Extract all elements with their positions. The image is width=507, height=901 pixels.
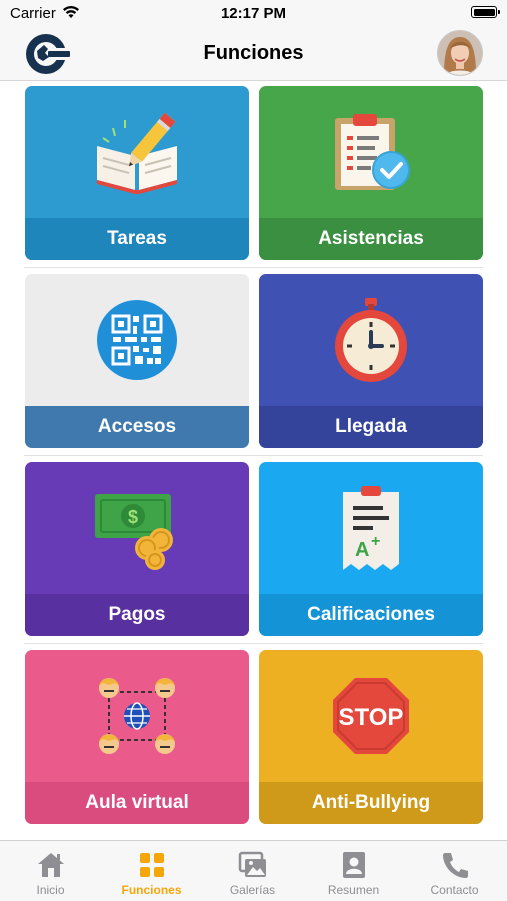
tab-label: Funciones <box>121 883 182 897</box>
svg-text:STOP: STOP <box>339 704 404 731</box>
tile-label: Pagos <box>25 594 249 636</box>
tab-bar: Inicio Funciones Galerías Resumen Contac… <box>0 840 507 901</box>
tile-label: Calificaciones <box>259 594 483 636</box>
profile-card-icon <box>343 852 365 878</box>
svg-text:+: + <box>371 533 380 550</box>
grid-row: Accesos Llegada <box>0 268 507 456</box>
grid-row: Tareas Asistencias <box>0 80 507 268</box>
phone-icon <box>443 853 468 878</box>
tab-funciones[interactable]: Funciones <box>101 841 202 901</box>
status-bar: Carrier 12:17 PM <box>0 0 507 28</box>
tile-aula-virtual[interactable]: Aula virtual <box>25 650 249 824</box>
tile-llegada[interactable]: Llegada <box>259 274 483 448</box>
tile-calificaciones[interactable]: A + Calificaciones <box>259 462 483 636</box>
home-icon <box>38 853 64 877</box>
tab-label: Inicio <box>36 883 65 897</box>
tile-label: Accesos <box>25 406 249 448</box>
gallery-icon <box>238 851 266 877</box>
tab-label: Resumen <box>327 883 380 897</box>
tab-inicio[interactable]: Inicio <box>0 841 101 901</box>
grade-report-icon: A + <box>343 485 399 570</box>
svg-text:A: A <box>355 539 369 561</box>
virtual-classroom-icon <box>99 677 175 754</box>
nav-bar: Funciones <box>0 28 507 81</box>
clipboard-check-icon <box>335 113 410 190</box>
notebook-pencil-icon <box>97 112 177 194</box>
tab-resumen[interactable]: Resumen <box>303 841 404 901</box>
page-title: Funciones <box>203 42 304 64</box>
money-coins-icon: $ <box>95 493 173 570</box>
tab-label: Galerías <box>229 883 276 897</box>
stop-sign-icon: STOP <box>333 677 409 754</box>
tile-label: Aula virtual <box>25 782 249 824</box>
tile-label: Llegada <box>259 406 483 448</box>
tile-anti-bullying[interactable]: STOP Anti-Bullying <box>259 650 483 824</box>
stopwatch-icon <box>335 297 407 382</box>
tab-galerias[interactable]: Galerías <box>202 841 303 901</box>
tile-asistencias[interactable]: Asistencias <box>259 86 483 260</box>
tab-contacto[interactable]: Contacto <box>404 841 505 901</box>
grid-row: Aula virtual STOP Anti-Bullying <box>0 644 507 832</box>
battery-icon <box>471 6 500 18</box>
grid-row: $ Pagos A + Calificaciones <box>0 456 507 644</box>
clock: 12:17 PM <box>220 5 287 22</box>
qr-code-icon <box>97 299 177 380</box>
tile-label: Anti-Bullying <box>259 782 483 824</box>
tile-label: Asistencias <box>259 218 483 260</box>
tile-pagos[interactable]: $ Pagos <box>25 462 249 636</box>
tile-tareas[interactable]: Tareas <box>25 86 249 260</box>
avatar[interactable] <box>437 30 483 76</box>
grid-icon <box>140 853 164 877</box>
svg-text:$: $ <box>128 507 138 527</box>
tab-label: Contacto <box>430 883 479 897</box>
user-photo-icon <box>438 31 482 75</box>
tile-label: Tareas <box>25 218 249 260</box>
tile-accesos[interactable]: Accesos <box>25 274 249 448</box>
